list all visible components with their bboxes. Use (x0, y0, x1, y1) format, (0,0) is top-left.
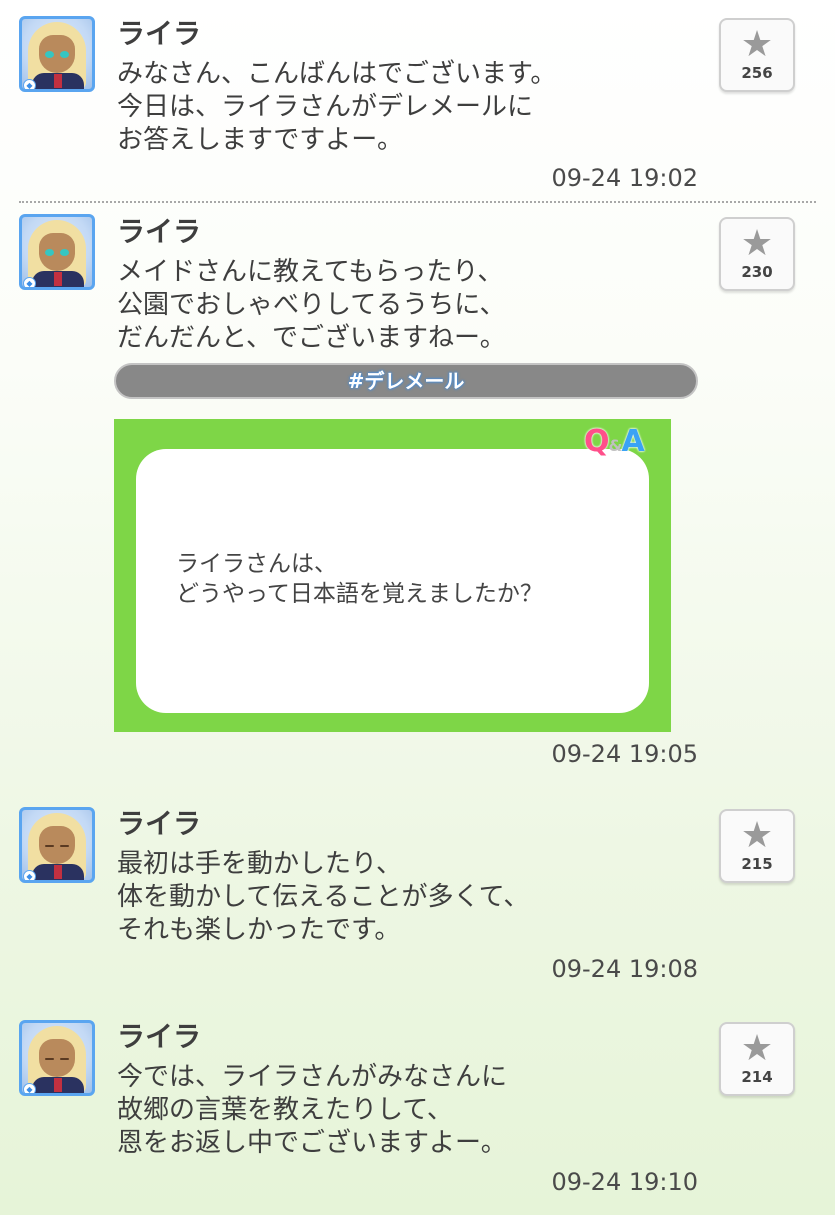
qa-logo-amp: & (608, 436, 623, 455)
star-icon: ★ (740, 815, 774, 856)
poster-name: ライラ (117, 215, 202, 248)
avatar[interactable]: ◆ (19, 1020, 95, 1096)
post-timestamp: 09-24 19:08 (551, 955, 698, 983)
diamond-icon: ◆ (23, 1083, 36, 1093)
diamond-icon: ◆ (23, 870, 36, 880)
qa-image[interactable]: Q&A ライラさんは、 どうやって日本語を覚えましたか？ (114, 419, 671, 732)
like-count: 215 (741, 855, 773, 873)
avatar-eye-right (60, 51, 69, 58)
post-timestamp: 09-24 19:05 (551, 740, 698, 768)
avatar-eye-right (60, 845, 69, 847)
avatar-eye-left (45, 1058, 54, 1060)
like-count: 230 (741, 263, 773, 281)
qa-logo: Q&A (584, 424, 645, 459)
diamond-icon: ◆ (23, 277, 36, 287)
post-message: みなさん、こんばんはでございます。 今日は、ライラさんがデレメールに お答えしま… (117, 59, 557, 155)
avatar-ribbon (54, 1078, 62, 1092)
like-button[interactable]: ★ 214 (719, 1022, 795, 1096)
avatar-ribbon (54, 865, 62, 879)
poster-name: ライラ (117, 17, 202, 50)
avatar[interactable]: ◆ (19, 807, 95, 883)
qa-logo-q: Q (584, 424, 609, 459)
hashtag-button[interactable]: #デレメール (114, 363, 698, 399)
like-count: 256 (741, 64, 773, 82)
star-icon: ★ (740, 24, 774, 65)
post-timestamp: 09-24 19:10 (551, 1168, 698, 1196)
poster-name: ライラ (117, 1020, 202, 1053)
avatar[interactable]: ◆ (19, 16, 95, 92)
like-button[interactable]: ★ 230 (719, 217, 795, 291)
divider (19, 201, 816, 203)
star-icon: ★ (740, 223, 774, 264)
like-count: 214 (741, 1068, 773, 1086)
poster-name: ライラ (117, 807, 202, 840)
avatar-ribbon (54, 74, 62, 88)
avatar-eye-right (60, 1058, 69, 1060)
qa-question: ライラさんは、 どうやって日本語を覚えましたか？ (176, 551, 543, 607)
avatar-eye-left (45, 249, 54, 256)
post-message: メイドさんに教えてもらったり、 公園でおしゃべりしてるうちに、 だんだんと、でご… (117, 257, 506, 353)
qa-logo-a: A (621, 424, 644, 459)
post-timestamp: 09-24 19:02 (551, 164, 698, 192)
post-message: 今では、ライラさんがみなさんに 故郷の言葉を教えたりして、 恩をお返し中でござい… (117, 1062, 508, 1158)
post-message: 最初は手を動かしたり、 体を動かして伝えることが多くて、 それも楽しかったです。 (117, 849, 530, 945)
avatar-eye-left (45, 845, 54, 847)
like-button[interactable]: ★ 256 (719, 18, 795, 92)
like-button[interactable]: ★ 215 (719, 809, 795, 883)
avatar-ribbon (54, 272, 62, 286)
diamond-icon: ◆ (23, 79, 36, 89)
avatar-eye-right (60, 249, 69, 256)
avatar-eye-left (45, 51, 54, 58)
avatar[interactable]: ◆ (19, 214, 95, 290)
star-icon: ★ (740, 1028, 774, 1069)
